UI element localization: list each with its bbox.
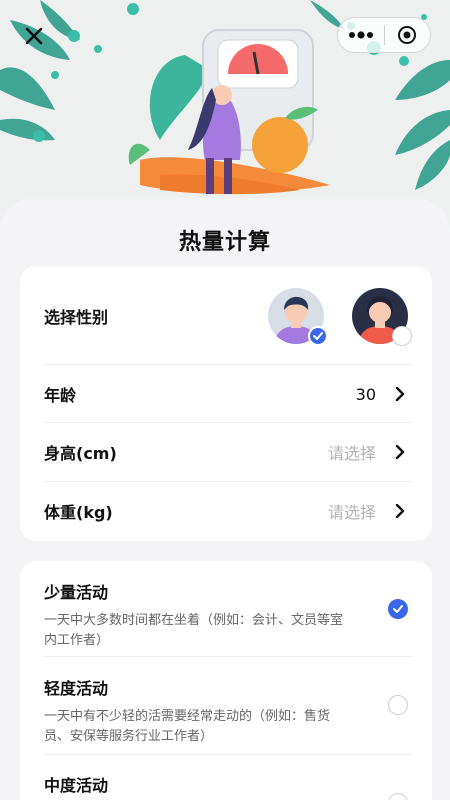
activity-option-light[interactable]: 轻度活动 一天中有不少轻的活需要经常走动的（例如：售货员、安保等服务行业工作者） xyxy=(44,675,344,747)
weight-placeholder: 请选择 xyxy=(327,503,376,522)
male-selected-badge xyxy=(308,326,328,346)
hero-illustration xyxy=(0,0,450,230)
age-label: 年龄 xyxy=(44,386,77,405)
activity-option-light-sedentary[interactable]: 少量活动 一天中大多数时间都在坐着（例如：会计、文员等室内工作者） xyxy=(44,579,344,651)
weight-label: 体重(kg) xyxy=(44,503,113,522)
activity-radio[interactable] xyxy=(388,793,408,800)
activity-desc: 一天中大多数时间都在坐着（例如：会计、文员等室内工作者） xyxy=(44,613,344,648)
activity-desc: 一天中有不少轻的活需要经常走动的（例如：售货员、安保等服务行业工作者） xyxy=(44,709,331,744)
weight-row[interactable]: 体重(kg) 请选择 xyxy=(44,491,412,531)
height-label: 身高(cm) xyxy=(44,444,117,463)
age-row[interactable]: 年龄 30 xyxy=(44,374,412,414)
activity-option-moderate[interactable]: 中度活动 xyxy=(44,772,344,796)
check-icon xyxy=(313,332,323,340)
female-unselected-badge xyxy=(392,326,412,346)
chevron-right-icon xyxy=(392,386,408,402)
more-button[interactable] xyxy=(338,18,384,52)
profile-card: 选择性别 年龄 30 身高(cm) 请选择 体重(kg) 请选择 xyxy=(20,266,432,541)
page-title: 热量计算 xyxy=(178,230,271,255)
female-avatar[interactable] xyxy=(352,288,412,346)
gender-label: 选择性别 xyxy=(44,308,109,327)
chevron-right-icon xyxy=(392,503,408,519)
close-icon xyxy=(25,27,43,45)
chevron-right-icon xyxy=(392,444,408,460)
divider xyxy=(44,364,412,365)
height-row[interactable]: 身高(cm) 请选择 xyxy=(44,432,412,472)
more-dots-icon xyxy=(348,31,373,39)
target-icon xyxy=(398,26,417,44)
male-avatar[interactable] xyxy=(268,288,328,346)
close-button[interactable] xyxy=(18,20,50,52)
activity-name: 中度活动 xyxy=(44,776,109,795)
check-icon xyxy=(393,605,403,613)
age-value: 30 xyxy=(355,384,376,404)
exit-button[interactable] xyxy=(384,18,430,52)
activity-radio-selected[interactable] xyxy=(388,599,408,619)
divider xyxy=(44,754,412,755)
divider xyxy=(44,481,412,482)
activity-radio[interactable] xyxy=(388,695,408,715)
divider xyxy=(44,422,412,423)
mini-program-capsule xyxy=(337,17,431,53)
activity-name: 少量活动 xyxy=(44,583,109,602)
divider xyxy=(44,656,412,657)
activity-card: 少量活动 一天中大多数时间都在坐着（例如：会计、文员等室内工作者） 轻度活动 一… xyxy=(20,561,432,800)
height-placeholder: 请选择 xyxy=(327,444,376,463)
activity-name: 轻度活动 xyxy=(44,679,109,698)
